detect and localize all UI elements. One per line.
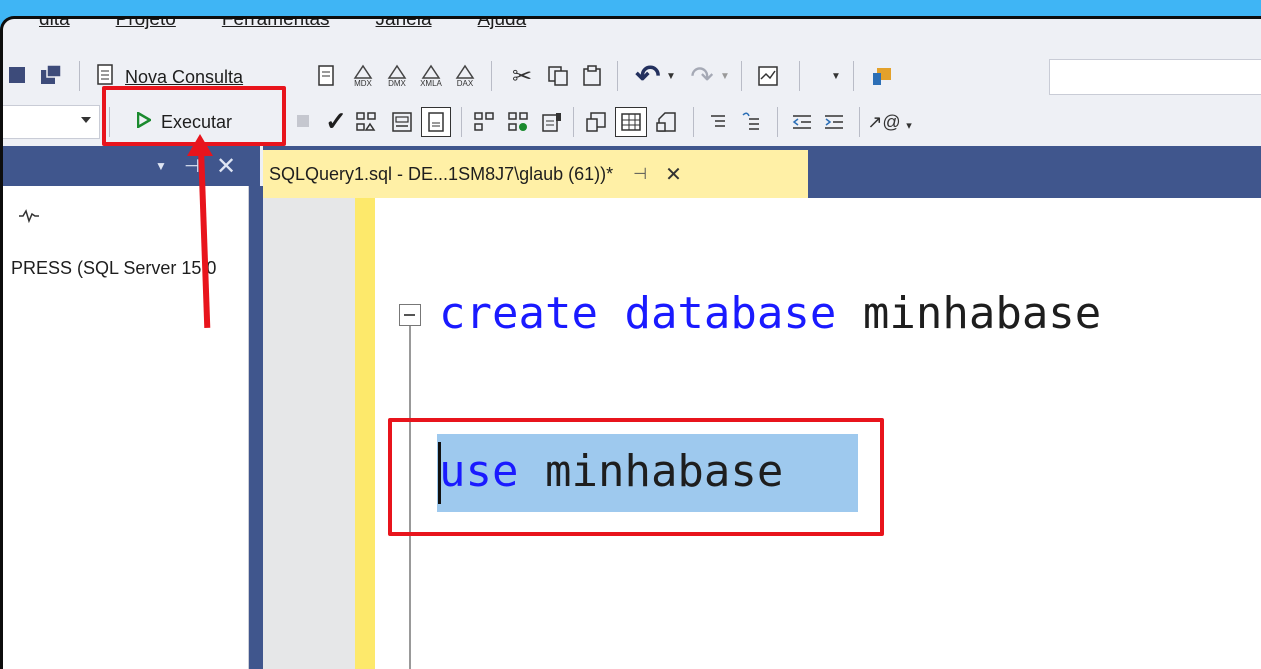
results-to-file-icon[interactable]: [653, 109, 679, 135]
find-box[interactable]: [1049, 59, 1261, 95]
actual-plan-icon[interactable]: [505, 109, 531, 135]
redo-icon[interactable]: ↷: [687, 61, 717, 92]
chevron-down-icon: [81, 117, 91, 123]
results-to-grid-icon[interactable]: [615, 107, 647, 137]
mdx-query-icon[interactable]: MDX: [349, 61, 377, 91]
object-explorer-header: ▼ ⊣ ✕: [3, 146, 260, 186]
menu-item-edit[interactable]: dita: [39, 19, 70, 31]
pin-icon[interactable]: ⊣: [633, 164, 647, 184]
solution-config-dropdown-icon[interactable]: ▼: [829, 67, 843, 85]
tab-title: SQLQuery1.sql - DE...1SM8J7\glaub (61))*: [269, 163, 614, 184]
close-icon[interactable]: ✕: [215, 153, 237, 180]
object-explorer-panel: ▼ ⊣ ✕ PRESS (SQL Server 15.0: [3, 146, 263, 669]
stop-icon[interactable]: [293, 111, 313, 131]
intellisense-icon[interactable]: [421, 107, 451, 137]
identifier-database-name: minhabase: [862, 288, 1102, 339]
client-statistics-icon[interactable]: [539, 109, 565, 135]
code-line-1: create database minhabase: [439, 288, 1101, 339]
line-number-gutter: [263, 198, 355, 669]
menu-bar: dita Projeto Ferramentas Janela Ajuda: [13, 19, 572, 37]
find-in-files-icon[interactable]: [869, 63, 895, 89]
uncomment-lines-icon[interactable]: [739, 109, 765, 135]
ssms-window: dita Projeto Ferramentas Janela Ajuda Nova C…: [0, 0, 1261, 669]
document-tab-bar: SQLQuery1.sql - DE...1SM8J7\glaub (61))*…: [263, 146, 1261, 198]
save-all-icon[interactable]: [39, 63, 63, 87]
tab-sqlquery1[interactable]: SQLQuery1.sql - DE...1SM8J7\glaub (61))*…: [263, 150, 808, 198]
activity-icon[interactable]: [17, 206, 41, 226]
save-icon[interactable]: [7, 63, 27, 87]
chevron-down-icon[interactable]: ▼: [153, 158, 169, 174]
display-plan-icon[interactable]: [353, 109, 379, 135]
change-tracking-bar: [355, 198, 375, 669]
toolbar-overflow-icon[interactable]: ▾: [903, 117, 915, 133]
copy-icon[interactable]: [545, 63, 571, 89]
comment-lines-icon[interactable]: [705, 109, 731, 135]
redo-dropdown-icon[interactable]: ▼: [719, 67, 731, 85]
dmx-query-icon[interactable]: DMX: [383, 61, 411, 91]
undo-icon[interactable]: ↶: [633, 60, 663, 93]
increase-indent-icon[interactable]: [821, 109, 847, 135]
menu-item-tools[interactable]: Ferramentas: [222, 19, 330, 31]
new-query-label: Nova Consulta: [125, 66, 244, 87]
database-selector[interactable]: [3, 105, 100, 139]
database-query-icon[interactable]: [315, 63, 341, 89]
menu-item-help[interactable]: Ajuda: [478, 19, 527, 31]
parse-checkmark-icon[interactable]: ✓: [323, 106, 349, 136]
dax-query-icon[interactable]: DAX: [451, 61, 479, 91]
use-statement-highlight-box: [388, 418, 884, 536]
activity-monitor-icon[interactable]: [755, 63, 781, 89]
paste-icon[interactable]: [579, 63, 605, 89]
keyword-create: create: [439, 288, 598, 339]
server-node[interactable]: PRESS (SQL Server 15.0: [11, 258, 216, 279]
query-options-icon[interactable]: [389, 109, 415, 135]
object-explorer-tree: PRESS (SQL Server 15.0: [3, 186, 249, 669]
undo-dropdown-icon[interactable]: ▼: [665, 67, 677, 85]
close-icon[interactable]: ✕: [665, 162, 682, 187]
estimated-plan-icon[interactable]: [471, 109, 497, 135]
panel-splitter[interactable]: [249, 186, 263, 669]
specify-template-params-icon[interactable]: ↗@: [867, 109, 900, 135]
cut-icon[interactable]: ✂: [509, 63, 535, 90]
results-to-text-icon[interactable]: [583, 109, 609, 135]
menu-item-window[interactable]: Janela: [376, 19, 432, 31]
decrease-indent-icon[interactable]: [789, 109, 815, 135]
collapse-toggle-icon[interactable]: [399, 304, 421, 326]
keyword-database: database: [624, 288, 837, 339]
menu-item-project[interactable]: Projeto: [116, 19, 176, 31]
xmla-query-icon[interactable]: XMLA: [417, 61, 445, 91]
